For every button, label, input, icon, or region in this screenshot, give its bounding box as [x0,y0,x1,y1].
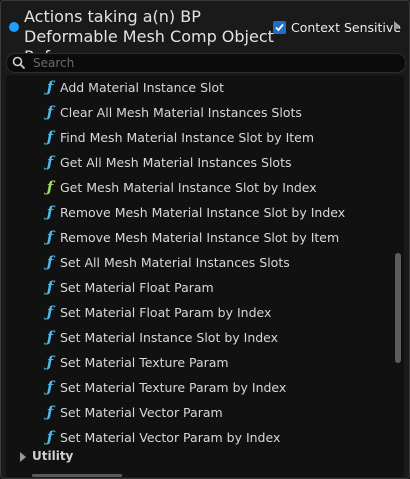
expand-arrow-icon[interactable] [394,21,400,31]
function-icon: ƒ [46,328,54,346]
action-menu-panel: Actions taking a(n) BP Deformable Mesh C… [0,0,410,479]
function-icon: ƒ [46,128,54,146]
action-item[interactable]: ƒ Set Material Texture Param by Index [6,375,392,400]
action-item[interactable]: ƒ Find Mesh Material Instance Slot by Ite… [6,125,392,150]
function-icon: ƒ [46,428,54,446]
action-item-label: Set Material Texture Param [60,355,229,370]
action-item[interactable]: ƒ Set All Mesh Material Instances Slots [6,250,392,275]
action-item[interactable]: ƒ Remove Mesh Material Instance Slot by I… [6,200,392,225]
next-item-partial [32,469,152,477]
action-item-label: Remove Mesh Material Instance Slot by In… [60,205,346,220]
function-icon: ƒ [46,103,54,121]
function-icon: ƒ [46,353,54,371]
scrollbar-thumb[interactable] [395,253,401,363]
action-item[interactable]: ƒ Get All Mesh Material Instances Slots [6,150,392,175]
action-item-label: Set Material Vector Param by Index [60,430,281,445]
action-item-label: Set Material Texture Param by Index [60,380,287,395]
action-item-label: Find Mesh Material Instance Slot by Item [60,130,315,145]
action-list: ƒ Add Material Instance Slot ƒ Clear All Me… [6,75,404,477]
menu-header: Actions taking a(n) BP Deformable Mesh C… [1,1,409,66]
action-item[interactable]: ƒ Clear All Mesh Material Instances Slots [6,100,392,125]
action-item[interactable]: ƒ Set Material Float Param [6,275,392,300]
function-icon: ƒ [46,378,54,396]
action-item-label: Set Material Float Param [60,280,214,295]
action-item-label: Set All Mesh Material Instances Slots [60,255,290,270]
search-icon [12,56,26,70]
function-icon: ƒ [46,403,54,421]
action-item-label: Set Material Float Param by Index [60,305,272,320]
action-item-label: Set Material Vector Param [60,405,223,420]
category-utility[interactable]: Utility [6,447,392,467]
search-box[interactable] [6,53,406,73]
action-item-label: Get Mesh Material Instance Slot by Index [60,180,317,195]
collapsed-arrow-icon[interactable] [20,452,26,462]
search-input[interactable] [33,54,393,72]
action-item[interactable]: ƒ Add Material Instance Slot [6,75,392,100]
pure-function-icon: ƒ [46,178,54,196]
context-sensitive-toggle[interactable]: Context Sensitive [273,19,401,35]
context-sensitive-label: Context Sensitive [291,19,401,35]
function-icon: ƒ [46,153,54,171]
function-icon: ƒ [46,228,54,246]
action-item[interactable]: ƒ Set Material Texture Param [6,350,392,375]
action-item[interactable]: ƒ Set Material Float Param by Index [6,300,392,325]
action-item[interactable]: ƒ Set Material Instance Slot by Index [6,325,392,350]
action-item[interactable]: ƒ Set Material Vector Param [6,400,392,425]
context-sensitive-checkbox[interactable] [273,20,286,34]
function-icon: ƒ [46,78,54,96]
action-item[interactable]: ƒ Get Mesh Material Instance Slot by Inde… [6,175,392,200]
target-type-pin-icon [9,22,19,32]
function-icon: ƒ [46,278,54,296]
action-item-label: Clear All Mesh Material Instances Slots [60,105,302,120]
action-item-label: Set Material Instance Slot by Index [60,330,279,345]
category-label: Utility [32,449,74,463]
action-item-label: Get All Mesh Material Instances Slots [60,155,292,170]
function-icon: ƒ [46,203,54,221]
action-item[interactable]: ƒ Remove Mesh Material Instance Slot by I… [6,225,392,250]
action-item-label: Add Material Instance Slot [60,80,225,95]
action-item-label: Remove Mesh Material Instance Slot by It… [60,230,340,245]
checkmark-icon [275,23,284,31]
function-icon: ƒ [46,253,54,271]
function-icon: ƒ [46,303,54,321]
